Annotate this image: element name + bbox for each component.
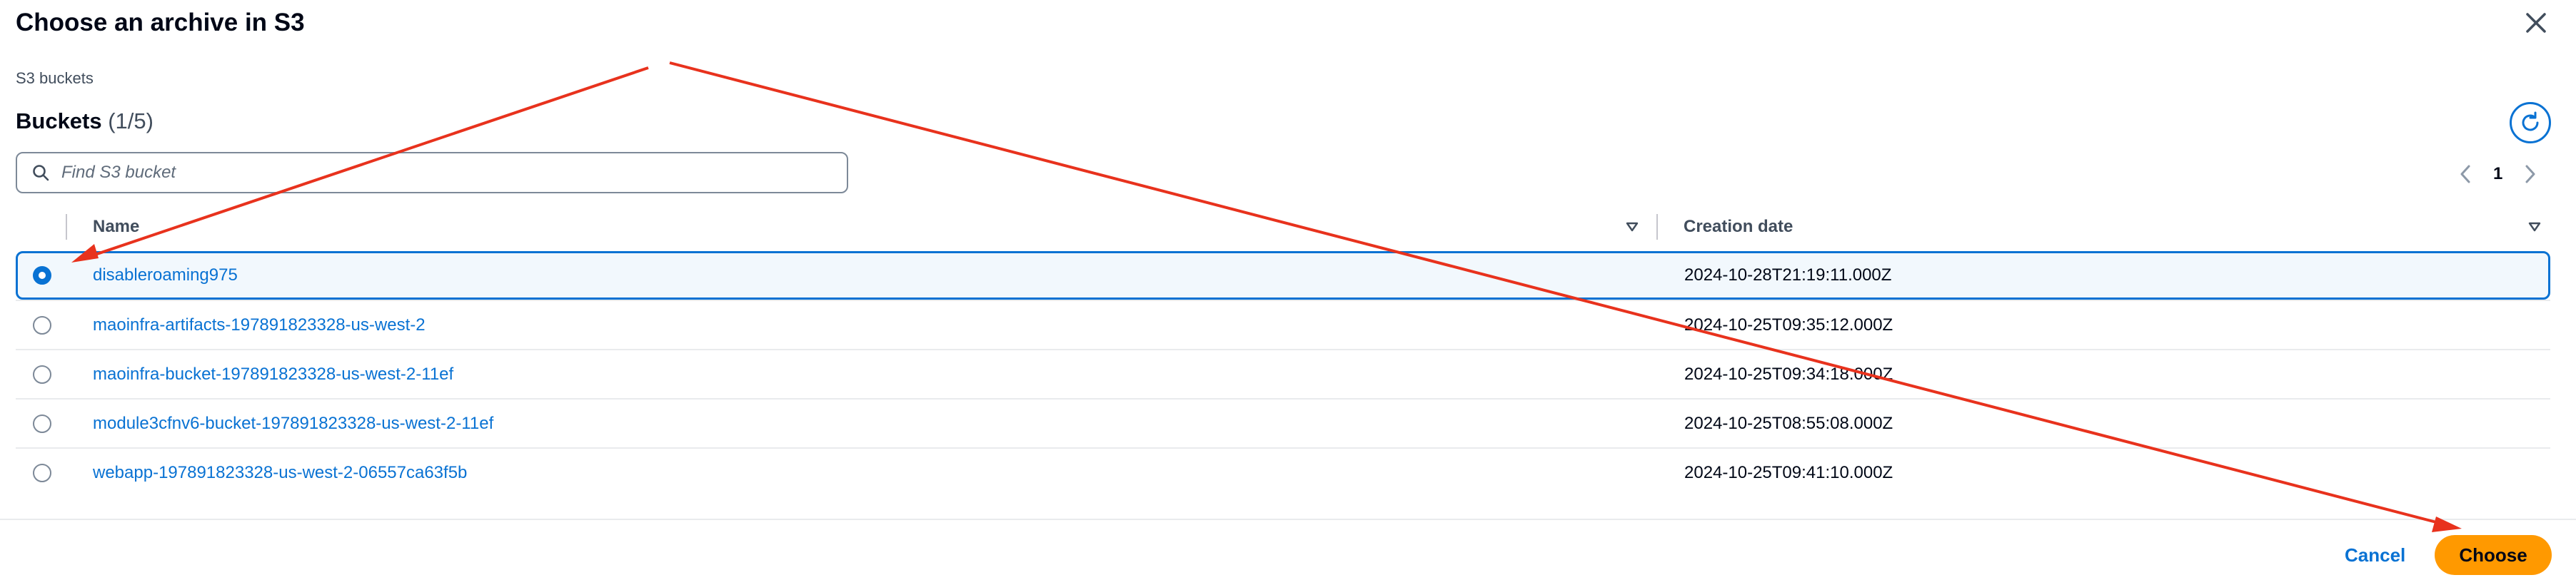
row-radio[interactable] [33, 414, 51, 433]
bucket-name-link[interactable]: module3cfnv6-bucket-197891823328-us-west… [93, 414, 493, 434]
close-icon [2526, 13, 2546, 33]
table-row[interactable]: webapp-197891823328-us-west-2-06557ca63f… [16, 447, 2550, 496]
row-radio[interactable] [33, 316, 51, 335]
creation-date: 2024-10-25T09:34:18.000Z [1684, 365, 1893, 384]
bucket-name-link[interactable]: maoinfra-bucket-197891823328-us-west-2-1… [93, 365, 453, 385]
table-row[interactable]: maoinfra-bucket-197891823328-us-west-2-1… [16, 349, 2550, 397]
sort-down-icon[interactable] [2527, 220, 2542, 234]
table-row[interactable]: disableroaming975 2024-10-28T21:19:11.00… [16, 251, 2550, 300]
bucket-name-link[interactable]: maoinfra-artifacts-197891823328-us-west-… [93, 315, 426, 335]
bucket-name-link[interactable]: disableroaming975 [93, 265, 238, 285]
table-row[interactable]: maoinfra-artifacts-197891823328-us-west-… [16, 300, 2550, 348]
column-header-creation-date[interactable]: Creation date [1684, 214, 1793, 240]
column-header-name[interactable]: Name [93, 214, 139, 240]
creation-date: 2024-10-25T09:35:12.000Z [1684, 315, 1893, 335]
modal-title: Choose an archive in S3 [16, 9, 305, 36]
cancel-button[interactable]: Cancel [2328, 535, 2422, 575]
creation-date: 2024-10-28T21:19:11.000Z [1684, 265, 1892, 285]
chevron-right-icon [2525, 165, 2535, 183]
sort-down-icon[interactable] [1625, 220, 1639, 234]
search-input[interactable] [61, 163, 811, 183]
choose-button[interactable]: Choose [2435, 535, 2552, 575]
pagination: 1 [2456, 158, 2540, 190]
previous-page-button[interactable] [2456, 161, 2475, 187]
current-page[interactable]: 1 [2493, 164, 2502, 184]
refresh-button[interactable] [2510, 102, 2551, 143]
table-row[interactable]: module3cfnv6-bucket-197891823328-us-west… [16, 398, 2550, 447]
footer-divider [0, 519, 2576, 520]
section-label: S3 buckets [16, 69, 94, 87]
bucket-name-link[interactable]: webapp-197891823328-us-west-2-06557ca63f… [93, 463, 467, 483]
column-divider[interactable] [1656, 214, 1658, 240]
row-radio[interactable] [33, 464, 51, 482]
chevron-left-icon [2460, 165, 2470, 183]
search-field[interactable] [16, 152, 848, 193]
column-divider [66, 214, 67, 240]
creation-date: 2024-10-25T08:55:08.000Z [1684, 414, 1893, 433]
next-page-button[interactable] [2521, 161, 2540, 187]
buckets-heading: Buckets (1/5) [16, 108, 154, 134]
row-radio[interactable] [33, 365, 51, 384]
row-radio[interactable] [33, 266, 51, 285]
buckets-count: (1/5) [108, 108, 154, 133]
buckets-heading-label: Buckets [16, 108, 102, 133]
close-button[interactable] [2520, 7, 2552, 39]
search-icon [33, 165, 49, 181]
creation-date: 2024-10-25T09:41:10.000Z [1684, 463, 1893, 482]
refresh-icon [2522, 111, 2539, 131]
